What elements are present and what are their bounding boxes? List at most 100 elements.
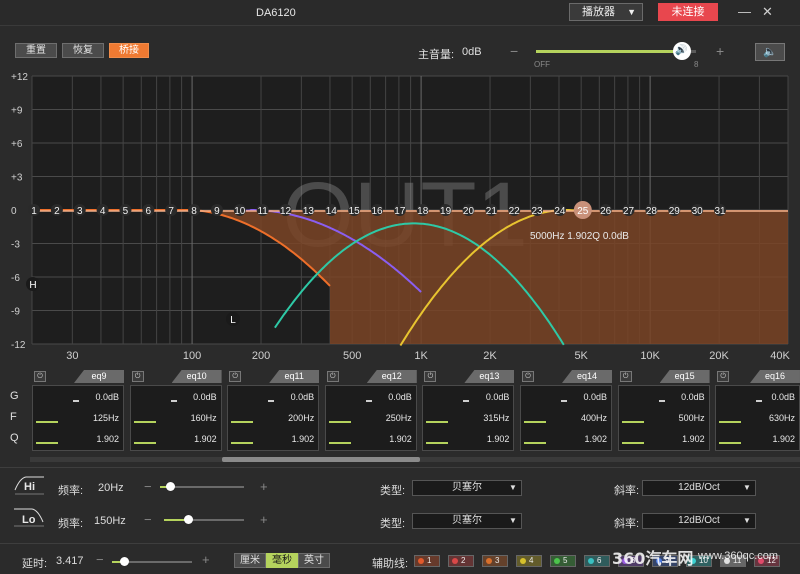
aux-line-toggle[interactable]: 4 — [516, 555, 542, 567]
band-point-28[interactable]: 28 — [645, 204, 658, 217]
band-point-26[interactable]: 26 — [599, 204, 612, 217]
l-marker[interactable]: L — [226, 312, 240, 326]
hi-freq-slider[interactable] — [160, 482, 244, 491]
power-icon[interactable]: ⏻ — [424, 371, 437, 382]
lo-type-select[interactable]: 贝塞尔 ▼ — [412, 513, 522, 529]
eq-graph[interactable]: +12 +9 +6 +3 0 -3 -6 -9 -12 30 100 200 500 1K 2K 5K 10K… — [0, 68, 800, 368]
delay-unit-button[interactable]: 毫秒 — [266, 553, 298, 568]
eq-gain-value[interactable]: 0.0dB — [681, 392, 705, 402]
band-point-25[interactable]: 25 — [573, 201, 592, 219]
player-dropdown[interactable]: 播放器 ▼ — [569, 3, 643, 21]
delay-knob[interactable] — [120, 557, 129, 566]
eq-freq-value[interactable]: 125Hz — [93, 413, 119, 423]
lo-slope-select[interactable]: 12dB/Oct ▼ — [642, 513, 756, 529]
eq-q-value[interactable]: 1.902 — [772, 434, 795, 444]
volume-knob-speaker-icon[interactable]: 🔊 — [672, 42, 691, 60]
band-point-17[interactable]: 17 — [393, 204, 406, 217]
eq-freq-value[interactable]: 250Hz — [386, 413, 412, 423]
aux-line-toggle[interactable]: 5 — [550, 555, 576, 567]
band-point-31[interactable]: 31 — [714, 204, 726, 217]
band-point-14[interactable]: 14 — [325, 204, 338, 217]
lo-freq-slider[interactable] — [164, 515, 244, 524]
band-point-15[interactable]: 15 — [348, 204, 361, 217]
volume-plus-button[interactable]: + — [716, 43, 724, 59]
delay-slider[interactable] — [112, 557, 192, 566]
power-icon[interactable]: ⏻ — [717, 371, 730, 382]
delay-minus-button[interactable]: − — [96, 552, 104, 567]
eq-scrollbar-thumb[interactable] — [222, 457, 420, 462]
eq-gain-value[interactable]: 0.0dB — [291, 392, 315, 402]
aux-line-toggle[interactable]: 3 — [482, 555, 508, 567]
eq-band-tab[interactable]: eq14 — [562, 370, 612, 383]
band-point-22[interactable]: 22 — [508, 204, 521, 217]
restore-button[interactable]: 恢复 — [62, 43, 104, 58]
eq-band-tab[interactable]: eq16 — [749, 370, 800, 383]
power-icon[interactable]: ⏻ — [326, 371, 339, 382]
hi-type-select[interactable]: 贝塞尔 ▼ — [412, 480, 522, 496]
eq-freq-value[interactable]: 200Hz — [288, 413, 314, 423]
band-point-30[interactable]: 30 — [691, 204, 704, 217]
eq-gain-value[interactable]: 0.0dB — [193, 392, 217, 402]
eq-gain-value[interactable]: 0.0dB — [771, 392, 795, 402]
band-point-12[interactable]: 12 — [279, 204, 292, 217]
close-icon[interactable]: ✕ — [762, 5, 773, 18]
bridge-button[interactable]: 桥接 — [109, 43, 149, 58]
hi-freq-knob[interactable] — [166, 482, 176, 491]
band-point-18[interactable]: 18 — [416, 204, 429, 217]
aux-line-toggle[interactable]: 6 — [584, 555, 610, 567]
master-volume-slider[interactable]: 🔊 — [536, 42, 696, 60]
hi-freq-minus-button[interactable]: − — [144, 479, 152, 494]
power-icon[interactable]: ⏻ — [229, 371, 242, 382]
eq-band-tab[interactable]: eq9 — [74, 370, 124, 383]
eq-band-tab[interactable]: eq13 — [464, 370, 515, 383]
eq-freq-value[interactable]: 400Hz — [581, 413, 607, 423]
aux-line-toggle[interactable]: 2 — [448, 555, 474, 567]
eq-freq-value[interactable]: 500Hz — [679, 413, 705, 423]
minimize-icon[interactable]: — — [738, 5, 751, 18]
eq-q-value[interactable]: 1.902 — [584, 434, 607, 444]
band-point-10[interactable]: 10 — [233, 204, 246, 217]
eq-freq-value[interactable]: 630Hz — [769, 413, 795, 423]
delay-unit-button[interactable]: 英寸 — [298, 553, 330, 568]
band-point-16[interactable]: 16 — [371, 204, 383, 217]
volume-minus-button[interactable]: − — [510, 43, 518, 59]
eq-gain-value[interactable]: 0.0dB — [583, 392, 607, 402]
eq-graph-svg[interactable]: +12 +9 +6 +3 0 -3 -6 -9 -12 30 100 200 500 1K 2K 5K 10K… — [0, 68, 800, 368]
eq-q-value[interactable]: 1.902 — [389, 434, 412, 444]
band-point-19[interactable]: 19 — [439, 204, 452, 217]
band-point-23[interactable]: 23 — [531, 204, 544, 217]
eq-gain-value[interactable]: 0.0dB — [388, 392, 412, 402]
power-icon[interactable]: ⏻ — [522, 371, 534, 382]
eq-freq-value[interactable]: 160Hz — [191, 413, 217, 423]
hi-freq-plus-button[interactable]: + — [260, 479, 268, 494]
lo-freq-knob[interactable] — [184, 515, 193, 524]
power-icon[interactable]: ⏻ — [619, 371, 632, 382]
eq-gain-value[interactable]: 0.0dB — [486, 392, 510, 402]
mute-button[interactable]: 🔈 — [755, 43, 785, 61]
eq-gain-value[interactable]: 0.0dB — [95, 392, 119, 402]
eq-freq-value[interactable]: 315Hz — [483, 413, 509, 423]
delay-plus-button[interactable]: + — [202, 552, 210, 567]
lo-freq-minus-button[interactable]: − — [144, 512, 152, 527]
band-point-27[interactable]: 27 — [622, 204, 635, 217]
lo-freq-plus-button[interactable]: + — [260, 512, 268, 527]
band-point-20[interactable]: 20 — [462, 204, 475, 217]
eq-q-value[interactable]: 1.902 — [292, 434, 315, 444]
power-icon[interactable]: ⏻ — [34, 371, 46, 382]
eq-q-value[interactable]: 1.902 — [487, 434, 510, 444]
h-marker[interactable]: H — [26, 277, 40, 291]
reset-button[interactable]: 重置 — [15, 43, 57, 58]
eq-band-tab[interactable]: eq10 — [171, 370, 222, 383]
hi-slope-select[interactable]: 12dB/Oct ▼ — [642, 480, 756, 496]
eq-band-tab[interactable]: eq11 — [269, 370, 320, 383]
band-point-24[interactable]: 24 — [553, 204, 566, 217]
band-point-13[interactable]: 13 — [302, 204, 315, 217]
aux-line-toggle[interactable]: 1 — [414, 555, 440, 567]
connect-button[interactable]: 未连接 — [658, 3, 718, 21]
band-point-29[interactable]: 29 — [668, 204, 681, 217]
eq-q-value[interactable]: 1.902 — [194, 434, 217, 444]
power-icon[interactable]: ⏻ — [131, 371, 144, 382]
eq-q-value[interactable]: 1.902 — [96, 434, 119, 444]
band-point-21[interactable]: 21 — [485, 204, 498, 217]
band-point-11[interactable]: 11 — [256, 204, 269, 217]
